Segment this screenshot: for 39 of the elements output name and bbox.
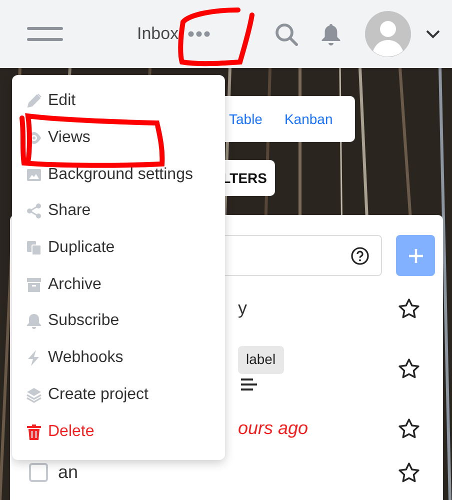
menu-item[interactable]: Subscribe xyxy=(12,303,225,340)
layers-icon xyxy=(26,386,42,403)
bell-icon[interactable] xyxy=(320,22,341,46)
task-title: y xyxy=(238,296,247,320)
help-icon[interactable] xyxy=(351,246,369,264)
avatar[interactable] xyxy=(364,11,411,57)
menu-item[interactable]: Create project xyxy=(12,376,225,414)
menu-item[interactable]: Views xyxy=(12,120,225,156)
checkbox[interactable] xyxy=(29,463,48,482)
menu-item[interactable]: Archive xyxy=(12,266,225,304)
plus-icon xyxy=(408,248,424,264)
star-icon[interactable] xyxy=(398,462,420,483)
more-icon[interactable] xyxy=(188,31,210,37)
view-tab[interactable]: Kanban xyxy=(278,106,339,132)
chevron-down-icon[interactable] xyxy=(426,30,440,38)
menu-item[interactable]: Edit xyxy=(12,83,225,120)
bell-icon xyxy=(26,313,42,330)
trash-icon xyxy=(26,424,42,440)
menu-item[interactable]: Delete xyxy=(12,413,225,450)
bolt-icon xyxy=(26,350,42,366)
add-button[interactable] xyxy=(396,235,435,276)
due-date: ours ago xyxy=(238,416,308,440)
menu-item[interactable]: Duplicate xyxy=(12,230,225,266)
menu-icon[interactable] xyxy=(27,27,63,41)
pencil-icon xyxy=(26,93,42,110)
image-icon xyxy=(26,166,42,183)
view-tab[interactable]: Table xyxy=(223,106,268,132)
task-label: label xyxy=(238,346,284,374)
menu-item[interactable]: Share xyxy=(12,193,225,230)
task-title: an xyxy=(58,461,78,484)
page-title: Inbox xyxy=(137,23,179,46)
search-icon[interactable] xyxy=(274,22,298,46)
share-icon xyxy=(26,203,42,220)
menu-item[interactable]: Webhooks xyxy=(12,340,225,376)
star-icon[interactable] xyxy=(398,418,420,438)
star-icon[interactable] xyxy=(398,298,420,318)
star-icon[interactable] xyxy=(398,358,420,378)
copy-icon xyxy=(26,240,42,256)
archive-icon xyxy=(26,276,42,293)
